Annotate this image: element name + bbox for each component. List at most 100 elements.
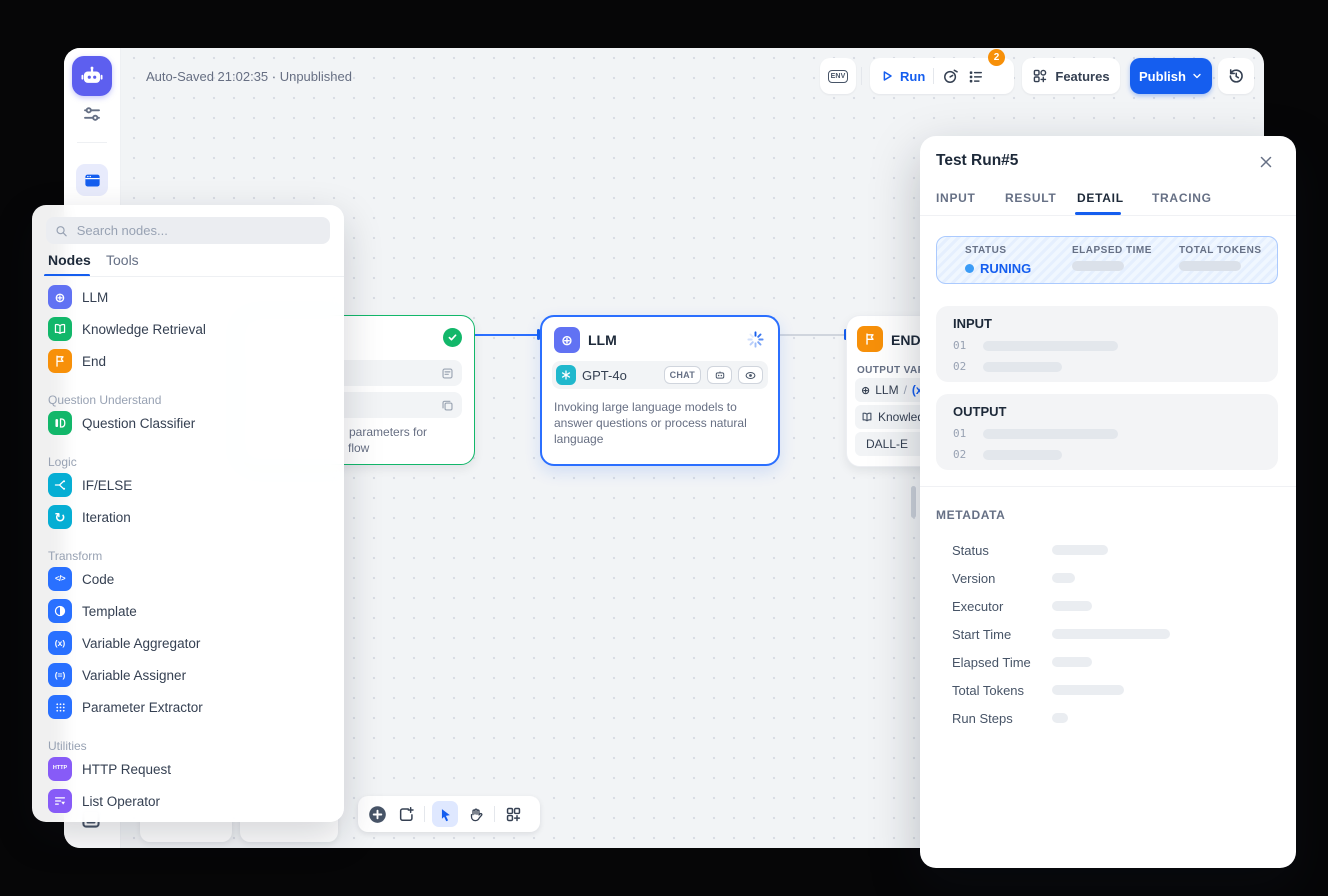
toolbar-divider <box>424 806 425 822</box>
node-item-http-request[interactable]: HTTPHTTP Request <box>32 753 344 785</box>
tab-detail[interactable]: DETAIL <box>1077 191 1124 205</box>
metadata-row-run-steps: Run Steps <box>920 704 1296 732</box>
node-item-variable-assigner[interactable]: (=)Variable Assigner <box>32 659 344 691</box>
node-item-question-classifier[interactable]: Question Classifier <box>32 407 344 439</box>
end-flag-icon <box>857 326 883 352</box>
node-item-knowledge-retrieval[interactable]: Knowledge Retrieval <box>32 313 344 345</box>
search-icon <box>55 224 68 238</box>
toolbar-divider <box>861 67 862 85</box>
add-node-button[interactable] <box>366 803 388 825</box>
robot-badge <box>707 366 732 384</box>
node-item-label: List Operator <box>82 794 160 809</box>
openai-icon <box>556 365 576 385</box>
tab-tracing[interactable]: TRACING <box>1152 191 1212 205</box>
node-item-iteration[interactable]: ↻Iteration <box>32 501 344 533</box>
close-icon[interactable] <box>1258 154 1274 170</box>
panel-title: Test Run#5 <box>936 152 1018 170</box>
skeleton-bar <box>1052 601 1092 611</box>
skeleton-bar <box>983 450 1062 460</box>
separator: / <box>904 383 907 397</box>
search-box[interactable] <box>46 217 330 244</box>
metadata-title: METADATA <box>936 508 1005 522</box>
output-card: OUTPUT 0102 <box>936 394 1278 470</box>
hand-tool-button[interactable] <box>465 803 487 825</box>
metadata-label: Version <box>952 571 1052 586</box>
features-grid-icon <box>1032 68 1048 84</box>
search-input[interactable] <box>75 222 321 239</box>
varassign-icon: (=) <box>48 663 72 687</box>
node-item-parameter-extractor[interactable]: Parameter Extractor <box>32 691 344 723</box>
node-item-label: Knowledge Retrieval <box>82 322 206 337</box>
node-item-label: Parameter Extractor <box>82 700 203 715</box>
row-number: 01 <box>953 339 969 352</box>
node-item-end[interactable]: End <box>32 345 344 377</box>
toolbar-divider <box>494 806 495 822</box>
extractor-icon <box>48 695 72 719</box>
llm-node-title: LLM <box>588 332 617 348</box>
variable-label: LLM <box>875 383 898 397</box>
autosave-status: Auto-Saved 21:02:35 · Unpublished <box>146 69 352 84</box>
skeleton-bar <box>1179 261 1241 271</box>
node-section-utilities: Utilities <box>32 731 344 753</box>
varagg-icon: (x) <box>48 631 72 655</box>
node-item-variable-aggregator[interactable]: (x) Variable Aggregator <box>32 627 344 659</box>
row-number: 01 <box>953 427 969 440</box>
book-mini-icon <box>861 411 873 423</box>
features-button[interactable]: Features <box>1022 58 1120 94</box>
canvas-scrollbar[interactable] <box>911 486 916 518</box>
start-node-description: flow <box>348 440 369 456</box>
play-icon <box>880 69 894 83</box>
variable-label: DALL-E <box>866 437 908 451</box>
metadata-label: Total Tokens <box>952 683 1052 698</box>
add-note-button[interactable] <box>395 803 417 825</box>
node-item-label: HTTP Request <box>82 762 171 777</box>
history-clock-icon <box>1227 67 1245 85</box>
node-item-template[interactable]: Template <box>32 595 344 627</box>
llm-node[interactable]: ⊕ LLM GPT-4o CHAT Invoking large languag… <box>540 315 780 466</box>
app-logo-robot-icon[interactable] <box>72 56 112 96</box>
tabs-divider <box>920 215 1296 216</box>
ifelse-icon <box>48 473 72 497</box>
tab-result[interactable]: RESULT <box>1005 191 1056 205</box>
metadata-row-executor: Executor <box>920 592 1296 620</box>
pointer-tool-button[interactable] <box>432 801 458 827</box>
node-item-list-operator[interactable]: List Operator <box>32 785 344 817</box>
rail-divider <box>77 142 107 143</box>
io-skeleton-row: 01 <box>953 427 1278 440</box>
node-list: ⊕LLMKnowledge RetrievalEndQuestion Under… <box>32 281 344 817</box>
model-name: GPT-4o <box>582 368 658 383</box>
llm-icon: ⊕ <box>554 327 580 353</box>
run-button[interactable]: Run <box>880 69 925 84</box>
checklist-icon[interactable] <box>967 68 984 85</box>
success-check-icon <box>443 328 462 347</box>
version-history-button[interactable] <box>1218 58 1254 94</box>
run-history-icon[interactable] <box>942 68 959 85</box>
section-divider <box>920 486 1296 487</box>
tab-tools[interactable]: Tools <box>106 252 139 268</box>
io-skeleton-row: 02 <box>953 448 1278 461</box>
preferences-sliders-icon[interactable] <box>82 104 102 124</box>
metadata-rows: StatusVersionExecutorStart TimeElapsed T… <box>920 536 1296 732</box>
template-icon <box>48 599 72 623</box>
tab-nodes[interactable]: Nodes <box>48 252 91 268</box>
model-selector[interactable]: GPT-4o CHAT <box>552 361 768 389</box>
tab-input[interactable]: INPUT <box>936 191 976 205</box>
total-tokens-label: TOTAL TOKENS <box>1179 245 1262 256</box>
text-field-icon <box>441 367 454 380</box>
classifier-icon <box>48 411 72 435</box>
chevron-down-icon <box>1191 70 1203 82</box>
io-skeleton-row: 02 <box>953 360 1278 373</box>
listop-icon <box>48 789 72 813</box>
node-item-if-else[interactable]: IF/ELSE <box>32 469 344 501</box>
workflow-view-icon[interactable] <box>76 164 108 196</box>
env-button[interactable]: ENV <box>820 58 856 94</box>
node-item-label: IF/ELSE <box>82 478 132 493</box>
node-item-code[interactable]: </>Code <box>32 563 344 595</box>
node-item-label: Variable Aggregator <box>82 636 200 651</box>
notification-badge: 2 <box>988 49 1005 66</box>
panel-divider <box>32 276 344 277</box>
publish-button[interactable]: Publish <box>1130 58 1212 94</box>
row-number: 02 <box>953 448 969 461</box>
organize-nodes-button[interactable] <box>502 803 524 825</box>
node-item-llm[interactable]: ⊕LLM <box>32 281 344 313</box>
